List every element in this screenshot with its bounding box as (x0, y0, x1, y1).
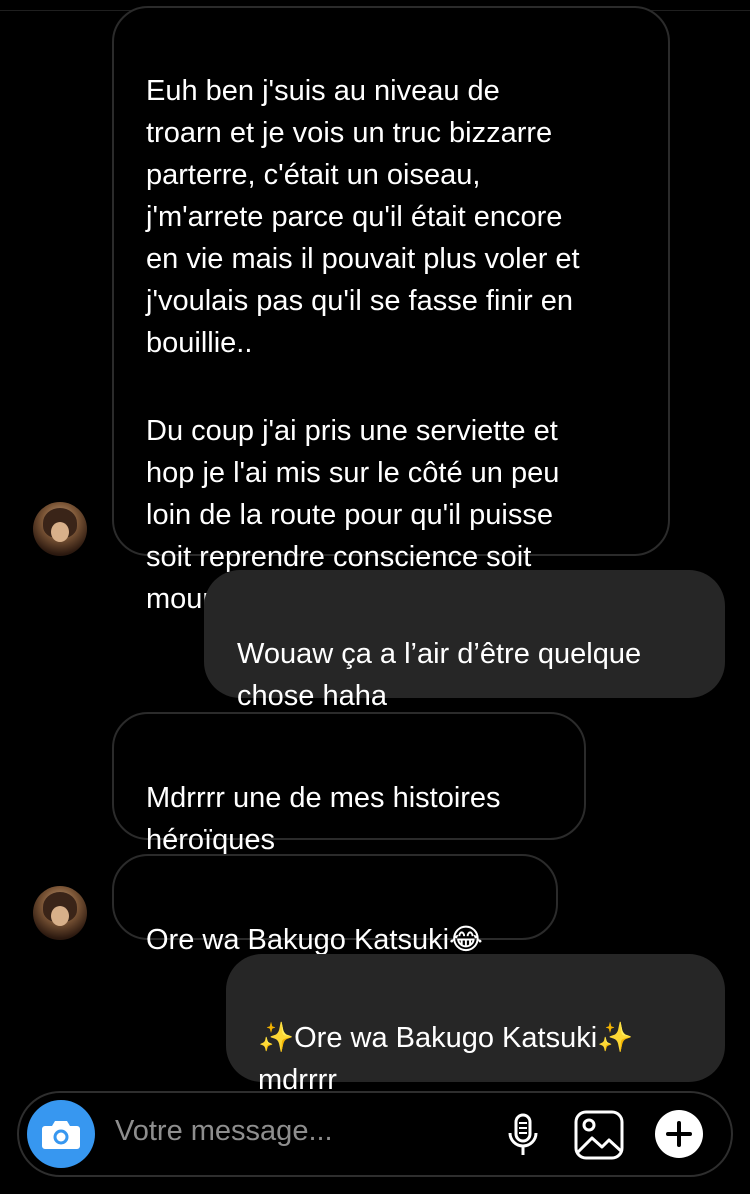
camera-button[interactable] (27, 1100, 95, 1168)
message-text: Wouaw ça a l’air d’être quelque chose ha… (237, 638, 642, 712)
message-input[interactable]: Votre message... (115, 1115, 333, 1148)
gallery-button[interactable] (573, 1109, 625, 1161)
message-composer: Votre message... (17, 1091, 733, 1177)
message-paragraph: Euh ben j'suis au niveau de troarn et je… (146, 75, 580, 359)
camera-icon (42, 1121, 80, 1149)
microphone-icon (508, 1113, 538, 1155)
microphone-button[interactable] (497, 1109, 549, 1161)
avatar-face (51, 522, 69, 542)
message-bubble-incoming[interactable]: Ore wa Bakugo Katsuki😂 (112, 854, 558, 956)
message-text: ✨Ore wa Bakugo Katsuki✨ mdrrrr (258, 1022, 634, 1096)
message-bubble-outgoing[interactable]: Wouaw ça a l’air d’être quelque chose ha… (204, 570, 725, 712)
avatar-face (51, 906, 69, 926)
gallery-icon (574, 1110, 624, 1160)
message-text: Mdrrrr une de mes histoires héroïques (146, 782, 501, 856)
message-bubble-outgoing[interactable]: ✨Ore wa Bakugo Katsuki✨ mdrrrr (226, 954, 725, 1096)
contact-avatar[interactable] (33, 886, 87, 940)
plus-button[interactable] (655, 1110, 703, 1158)
message-text: Ore wa Bakugo Katsuki😂 (146, 924, 483, 956)
plus-icon (666, 1121, 692, 1147)
message-bubble-incoming[interactable]: Mdrrrr une de mes histoires héroïques (112, 712, 586, 856)
contact-avatar[interactable] (33, 502, 87, 556)
message-bubble-incoming[interactable]: Euh ben j'suis au niveau de troarn et je… (112, 6, 670, 615)
